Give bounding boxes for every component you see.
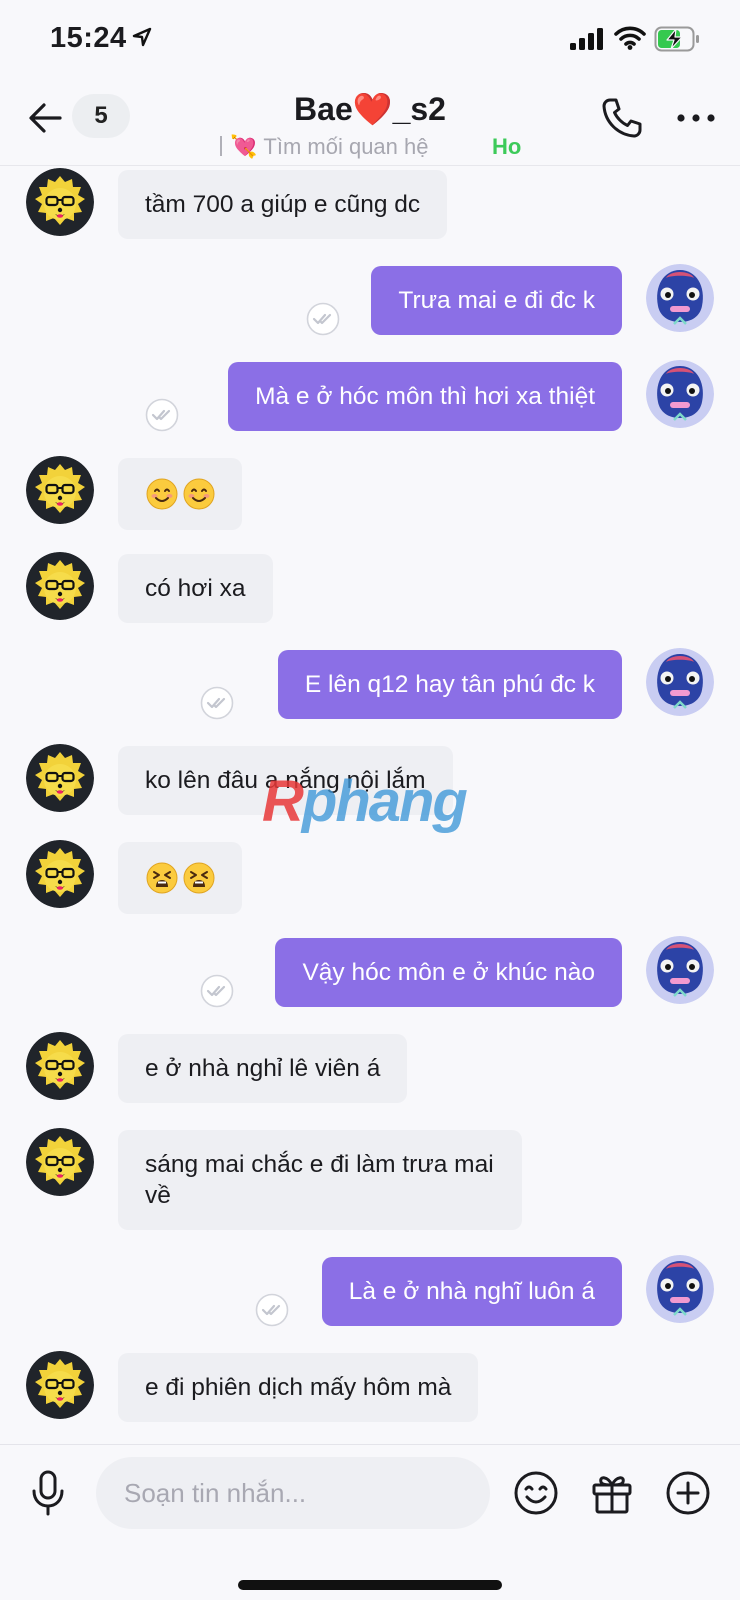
contact-name-suffix: _s2	[392, 91, 446, 127]
online-status: Ho	[492, 134, 522, 159]
incoming-emoji-bubble[interactable]	[118, 842, 242, 914]
read-receipt-icon	[306, 302, 340, 336]
message-composer	[0, 1444, 740, 1600]
status-bar: 15:24	[0, 0, 740, 80]
read-receipt-icon	[200, 974, 234, 1008]
contact-avatar[interactable]	[26, 1032, 94, 1100]
outgoing-message-bubble[interactable]: Vậy hóc môn e ở khúc nào	[275, 938, 622, 1007]
incoming-message-bubble[interactable]: tầm 700 a giúp e cũng dc	[118, 170, 448, 239]
outgoing-message-bubble[interactable]: E lên q12 hay tân phú đc k	[277, 650, 622, 719]
my-avatar[interactable]	[646, 264, 714, 332]
outgoing-message-bubble[interactable]: Trưa mai e đi đc k	[371, 266, 622, 335]
contact-name-prefix: Bae	[294, 91, 353, 127]
incoming-message-bubble[interactable]: e đi phiên dịch mấy hôm mà	[118, 1353, 479, 1422]
incoming-message-bubble[interactable]: ko lên đâu a nắng nội lắm	[118, 746, 453, 815]
outgoing-message-bubble[interactable]: Mà e ở hóc môn thì hơi xa thiệt	[228, 362, 622, 431]
contact-avatar[interactable]	[26, 456, 94, 524]
status-text: Tìm mối quan hệ	[263, 134, 429, 159]
incoming-message-bubble[interactable]: sáng mai chắc e đi làm trưa mai về	[118, 1130, 522, 1230]
my-avatar[interactable]	[646, 648, 714, 716]
read-receipt-icon	[200, 686, 234, 720]
chat-header: 5 Bae❤️_s2 💘 Tìm mối quan hệ Ho	[0, 80, 740, 166]
home-indicator[interactable]	[238, 1580, 502, 1590]
message-input[interactable]	[96, 1457, 490, 1529]
tired-face-emoji-icon	[183, 862, 215, 894]
heart-emoji: ❤️	[352, 91, 393, 127]
contact-avatar[interactable]	[26, 1128, 94, 1196]
phone-call-icon[interactable]	[600, 96, 644, 140]
contact-status: 💘 Tìm mối quan hệ Ho	[220, 134, 540, 166]
tired-face-emoji-icon	[146, 862, 178, 894]
wifi-icon	[614, 26, 646, 50]
outgoing-message-bubble[interactable]: Là e ở nhà nghĩ luôn á	[321, 1257, 622, 1326]
smiling-face-emoji-icon	[146, 478, 178, 510]
read-receipt-icon	[255, 1293, 289, 1327]
incoming-message-bubble[interactable]: e ở nhà nghỉ lê viên á	[118, 1034, 408, 1103]
location-arrow-icon	[132, 27, 152, 47]
battery-charging-icon	[654, 26, 699, 52]
incoming-emoji-bubble[interactable]	[118, 458, 242, 530]
incoming-message-bubble[interactable]: có hơi xa	[118, 554, 273, 623]
cupid-heart-emoji: 💘	[230, 134, 258, 159]
my-avatar[interactable]	[646, 936, 714, 1004]
message-list[interactable]: tầm 700 a giúp e cũng dc Trưa mai e đi đ…	[0, 166, 740, 1444]
cellular-signal-icon	[570, 28, 603, 50]
more-options-icon[interactable]	[676, 110, 716, 126]
status-time: 15:24	[50, 22, 127, 54]
my-avatar[interactable]	[646, 1255, 714, 1323]
contact-avatar[interactable]	[26, 168, 94, 236]
status-separator	[220, 136, 222, 156]
gift-icon[interactable]	[588, 1469, 636, 1517]
my-avatar[interactable]	[646, 360, 714, 428]
smiling-face-emoji-icon	[183, 478, 215, 510]
microphone-icon[interactable]	[28, 1469, 68, 1517]
read-receipt-icon	[145, 398, 179, 432]
contact-avatar[interactable]	[26, 744, 94, 812]
contact-avatar[interactable]	[26, 840, 94, 908]
add-plus-icon[interactable]	[664, 1469, 712, 1517]
contact-avatar[interactable]	[26, 552, 94, 620]
contact-avatar[interactable]	[26, 1351, 94, 1419]
sticker-smiley-icon[interactable]	[512, 1469, 560, 1517]
